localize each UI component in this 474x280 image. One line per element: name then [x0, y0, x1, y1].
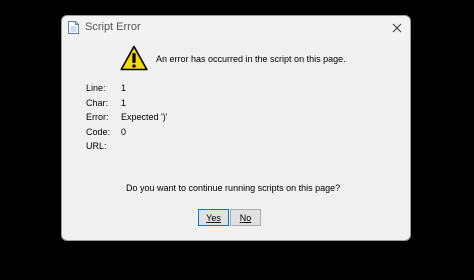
page-icon	[68, 21, 79, 34]
yes-button[interactable]: Yes	[198, 209, 229, 226]
no-button[interactable]: No	[230, 209, 261, 226]
continue-question: Do you want to continue running scripts …	[126, 183, 341, 193]
detail-label: URL:	[86, 141, 107, 151]
detail-label: Code:	[86, 126, 111, 137]
detail-value: 1	[121, 83, 127, 93]
warning-icon	[120, 45, 148, 71]
detail-label: Char:	[86, 97, 109, 108]
error-message: An error has occurred in the script on t…	[156, 54, 346, 64]
window-title: Script Error	[85, 21, 141, 33]
yes-button-label: Yes	[206, 212, 221, 223]
script-error-dialog: Script Error An error has occurred in th…	[61, 15, 411, 241]
detail-value: Expected ')'	[121, 112, 168, 122]
close-icon	[392, 23, 402, 33]
no-button-label: No	[239, 212, 252, 223]
detail-label: Line:	[86, 83, 106, 93]
detail-value: 0	[121, 126, 127, 137]
title-bar[interactable]: Script Error	[62, 16, 410, 40]
close-button[interactable]	[387, 18, 407, 38]
detail-value: 1	[121, 97, 127, 108]
detail-label: Error:	[86, 112, 109, 122]
